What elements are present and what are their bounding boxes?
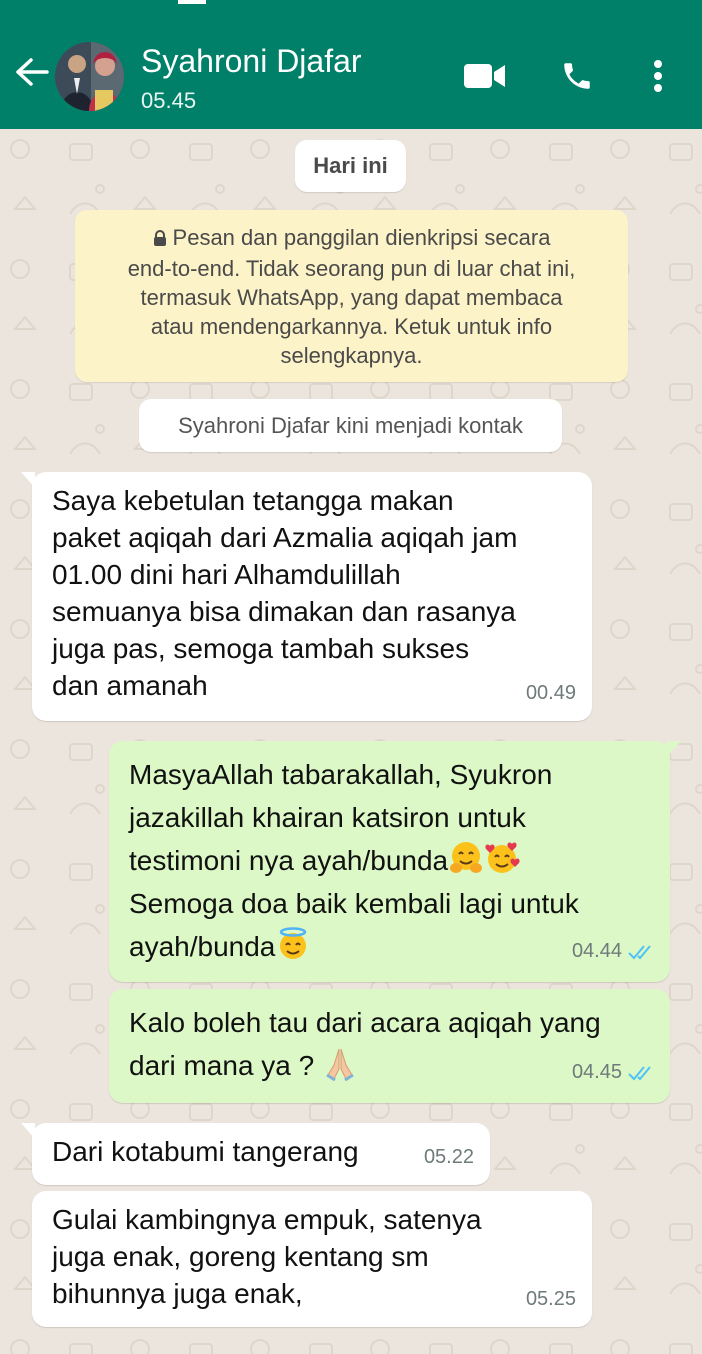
chat-area[interactable]: Hari ini Pesan dan panggilan dienkripsi …: [0, 129, 702, 1354]
lock-icon: [153, 225, 167, 254]
read-ticks-icon: [628, 944, 651, 959]
message-text: Dari kotabumi tangerang: [52, 1136, 359, 1167]
last-seen-time: 05.45: [141, 88, 197, 113]
message-text-line: ayah/bunda: [129, 931, 276, 962]
message-bubble-incoming[interactable]: Gulai kambingnya empuk, satenya juga ena…: [32, 1191, 592, 1327]
bubble-tail: [21, 472, 35, 488]
bubble-tail: [21, 1123, 35, 1139]
message-bubble-outgoing[interactable]: Kalo boleh tau dari acara aqiqah yang da…: [109, 989, 670, 1103]
contact-name[interactable]: Syahroni Djafar: [141, 43, 362, 80]
contact-added-chip: Syahroni Djafar kini menjadi kontak: [139, 399, 562, 452]
back-arrow-icon[interactable]: [14, 54, 50, 90]
message-time: 00.49: [525, 682, 576, 704]
encryption-notice[interactable]: Pesan dan panggilan dienkripsi secara en…: [75, 210, 628, 382]
message-bubble-outgoing[interactable]: MasyaAllah tabarakallah, Syukron jazakil…: [109, 741, 681, 982]
avatar[interactable]: [55, 42, 124, 111]
bubble-tail: [667, 741, 681, 757]
folded-hands-emoji: [326, 1048, 354, 1081]
message-bubble-incoming[interactable]: Saya kebetulan tetangga makan paket aqiq…: [21, 472, 592, 721]
message-text: Saya kebetulan tetangga makan paket aqiq…: [52, 485, 518, 701]
message-bubble-incoming[interactable]: Dari kotabumi tangerang 05.22: [21, 1123, 490, 1185]
message-text: Gulai kambingnya empuk, satenya juga ena…: [52, 1204, 482, 1309]
more-vert-icon[interactable]: [636, 54, 680, 98]
message-time: 04.45: [572, 1051, 654, 1094]
status-bar: [0, 0, 702, 8]
smiling-face-with-halo-emoji: [280, 927, 307, 959]
chat-header: Syahroni Djafar 05.45: [0, 8, 702, 129]
video-call-icon[interactable]: [463, 54, 507, 98]
message-text-line: MasyaAllah tabarakallah, Syukron: [129, 759, 553, 790]
message-text-line: testimoni nya ayah/bunda: [129, 845, 449, 876]
message-time: 05.25: [525, 1288, 576, 1310]
smiling-face-with-hearts-emoji: [485, 842, 520, 873]
message-time: 04.44: [572, 930, 654, 973]
message-text-line: Kalo boleh tau dari acara aqiqah yang: [129, 1007, 601, 1038]
encryption-text: Pesan dan panggilan dienkripsi secara en…: [127, 225, 576, 368]
phone-icon[interactable]: [555, 54, 599, 98]
message-time: 05.22: [423, 1146, 474, 1168]
hugging-face-emoji: [450, 842, 483, 873]
status-bar-notch: [178, 0, 206, 4]
message-text-line: dari mana ya ?: [129, 1050, 315, 1081]
date-chip: Hari ini: [295, 140, 406, 192]
read-ticks-icon: [628, 1065, 651, 1080]
message-text-line: Semoga doa baik kembali lagi untuk: [129, 888, 579, 919]
message-text-line: jazakillah khairan katsiron untuk: [129, 802, 526, 833]
